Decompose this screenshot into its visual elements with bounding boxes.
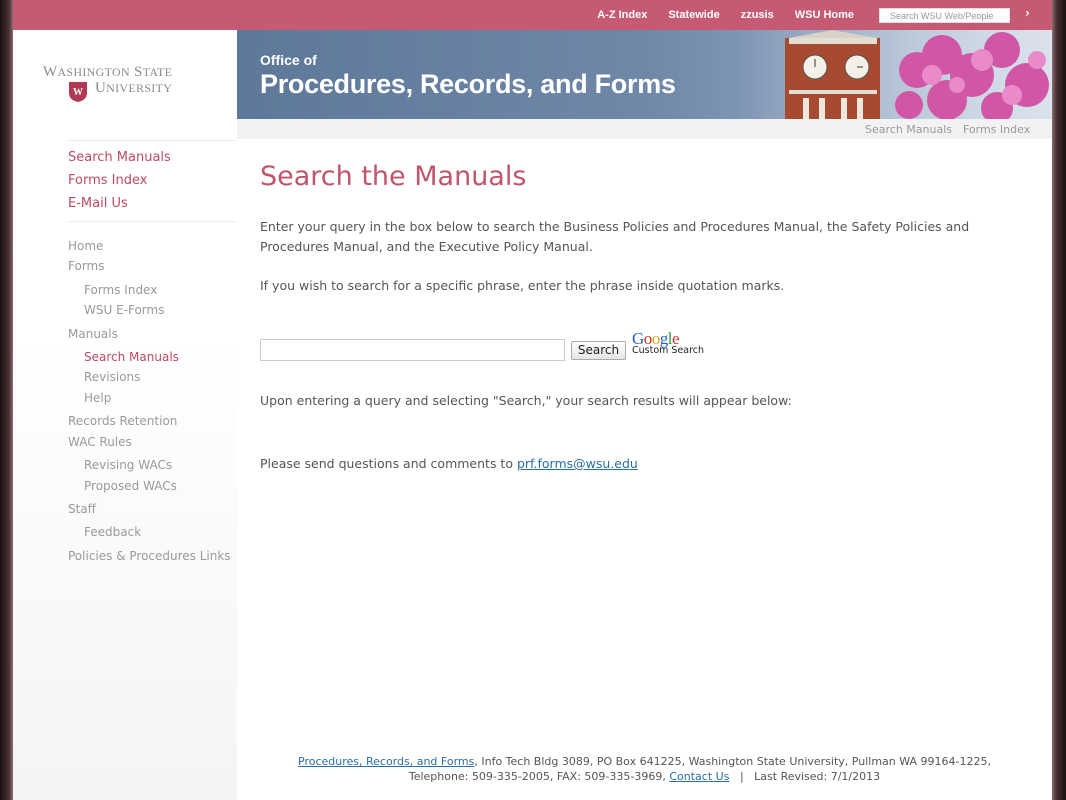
page-banner: Office of Procedures, Records, and Forms (237, 30, 1052, 119)
sidebar-divider (67, 140, 239, 141)
sidebar-item-wac-rules[interactable]: WAC Rules (68, 435, 132, 449)
footer-contact-link[interactable]: Contact Us (669, 770, 729, 783)
sidebar-primary-search-manuals[interactable]: Search Manuals (68, 150, 171, 165)
sidebar-primary-forms-index[interactable]: Forms Index (68, 173, 147, 188)
sidebar-item-proposed-wacs[interactable]: Proposed WACs (84, 479, 177, 493)
window-frame-right (1052, 0, 1066, 800)
contact-line: Please send questions and comments to pr… (260, 454, 1030, 474)
contact-email-link[interactable]: prf.forms@wsu.edu (517, 456, 638, 471)
top-link-wsu-home[interactable]: WSU Home (795, 9, 854, 21)
intro-paragraph: Enter your query in the box below to sea… (260, 219, 970, 254)
wsu-shield-icon: W (69, 82, 87, 102)
logo-line2: UNIVERSITY (95, 80, 173, 96)
footer-line2: Telephone: 509-335-2005, FAX: 509-335-39… (237, 769, 1052, 784)
contact-prefix: Please send questions and comments to (260, 456, 513, 471)
footer-phone-fax: Telephone: 509-335-2005, FAX: 509-335-39… (408, 770, 666, 783)
sidebar-item-records-retention[interactable]: Records Retention (68, 414, 177, 428)
sidebar-item-policies-links[interactable]: Policies & Procedures Links (68, 549, 231, 563)
sidebar-item-feedback[interactable]: Feedback (84, 525, 141, 539)
sidebar-item-staff[interactable]: Staff (68, 502, 96, 516)
logo-line1: WASHINGTON STATE (43, 64, 173, 80)
window-frame-left (0, 0, 13, 800)
sidebar-item-manuals[interactable]: Manuals (68, 327, 118, 341)
wsu-logo[interactable]: WASHINGTON STATE W UNIVERSITY (43, 64, 203, 114)
results-note: Upon entering a query and selecting "Sea… (260, 393, 792, 408)
subnav-forms-index[interactable]: Forms Index (963, 123, 1030, 136)
sidebar-divider (67, 221, 239, 222)
custom-search-label: Custom Search (632, 345, 705, 356)
footer-last-revised: Last Revised: 7/1/2013 (754, 770, 881, 783)
top-link-az-index[interactable]: A-Z Index (597, 9, 647, 21)
search-button[interactable]: Search (571, 341, 626, 360)
sidebar-item-help[interactable]: Help (84, 391, 111, 405)
sidebar-item-forms[interactable]: Forms (68, 259, 104, 273)
footer-address: , Info Tech Bldg 3089, PO Box 641225, Wa… (474, 755, 991, 768)
footer-office-link[interactable]: Procedures, Records, and Forms (298, 755, 474, 768)
manual-search-input[interactable] (260, 339, 565, 361)
svg-text:W: W (73, 87, 83, 98)
footer-separator: | (739, 770, 744, 783)
main-content: Search the Manuals Enter your query in t… (237, 139, 1052, 800)
top-link-statewide[interactable]: Statewide (668, 9, 719, 21)
sidebar-item-wsu-eforms[interactable]: WSU E-Forms (84, 303, 164, 317)
sidebar-primary-email-us[interactable]: E-Mail Us (68, 196, 128, 211)
top-bar: A-Z Index Statewide zzusis WSU Home Sear… (13, 0, 1052, 30)
chevron-right-icon[interactable]: › (1025, 6, 1030, 20)
sidebar-item-revisions[interactable]: Revisions (84, 370, 140, 384)
page-title: Search the Manuals (260, 161, 527, 192)
sidebar: WASHINGTON STATE W UNIVERSITY Search Man… (13, 30, 239, 800)
phrase-tip: If you wish to search for a specific phr… (260, 278, 785, 293)
footer: Procedures, Records, and Forms, Info Tec… (237, 754, 1052, 784)
sidebar-item-search-manuals[interactable]: Search Manuals (84, 350, 179, 364)
banner-subtitle: Office of (260, 52, 317, 68)
subnav-search-manuals[interactable]: Search Manuals (865, 123, 952, 136)
top-nav: A-Z Index Statewide zzusis WSU Home Sear… (576, 0, 1010, 30)
wsu-search-input[interactable]: Search WSU Web/People (879, 7, 1010, 23)
top-link-zzusis[interactable]: zzusis (741, 9, 774, 21)
sidebar-item-home[interactable]: Home (68, 239, 103, 253)
footer-line1: Procedures, Records, and Forms, Info Tec… (237, 754, 1052, 769)
sub-nav: Search Manuals Forms Index (237, 119, 1052, 139)
banner-title: Procedures, Records, and Forms (260, 69, 676, 99)
sidebar-item-forms-index[interactable]: Forms Index (84, 283, 157, 297)
sidebar-item-revising-wacs[interactable]: Revising WACs (84, 458, 172, 472)
